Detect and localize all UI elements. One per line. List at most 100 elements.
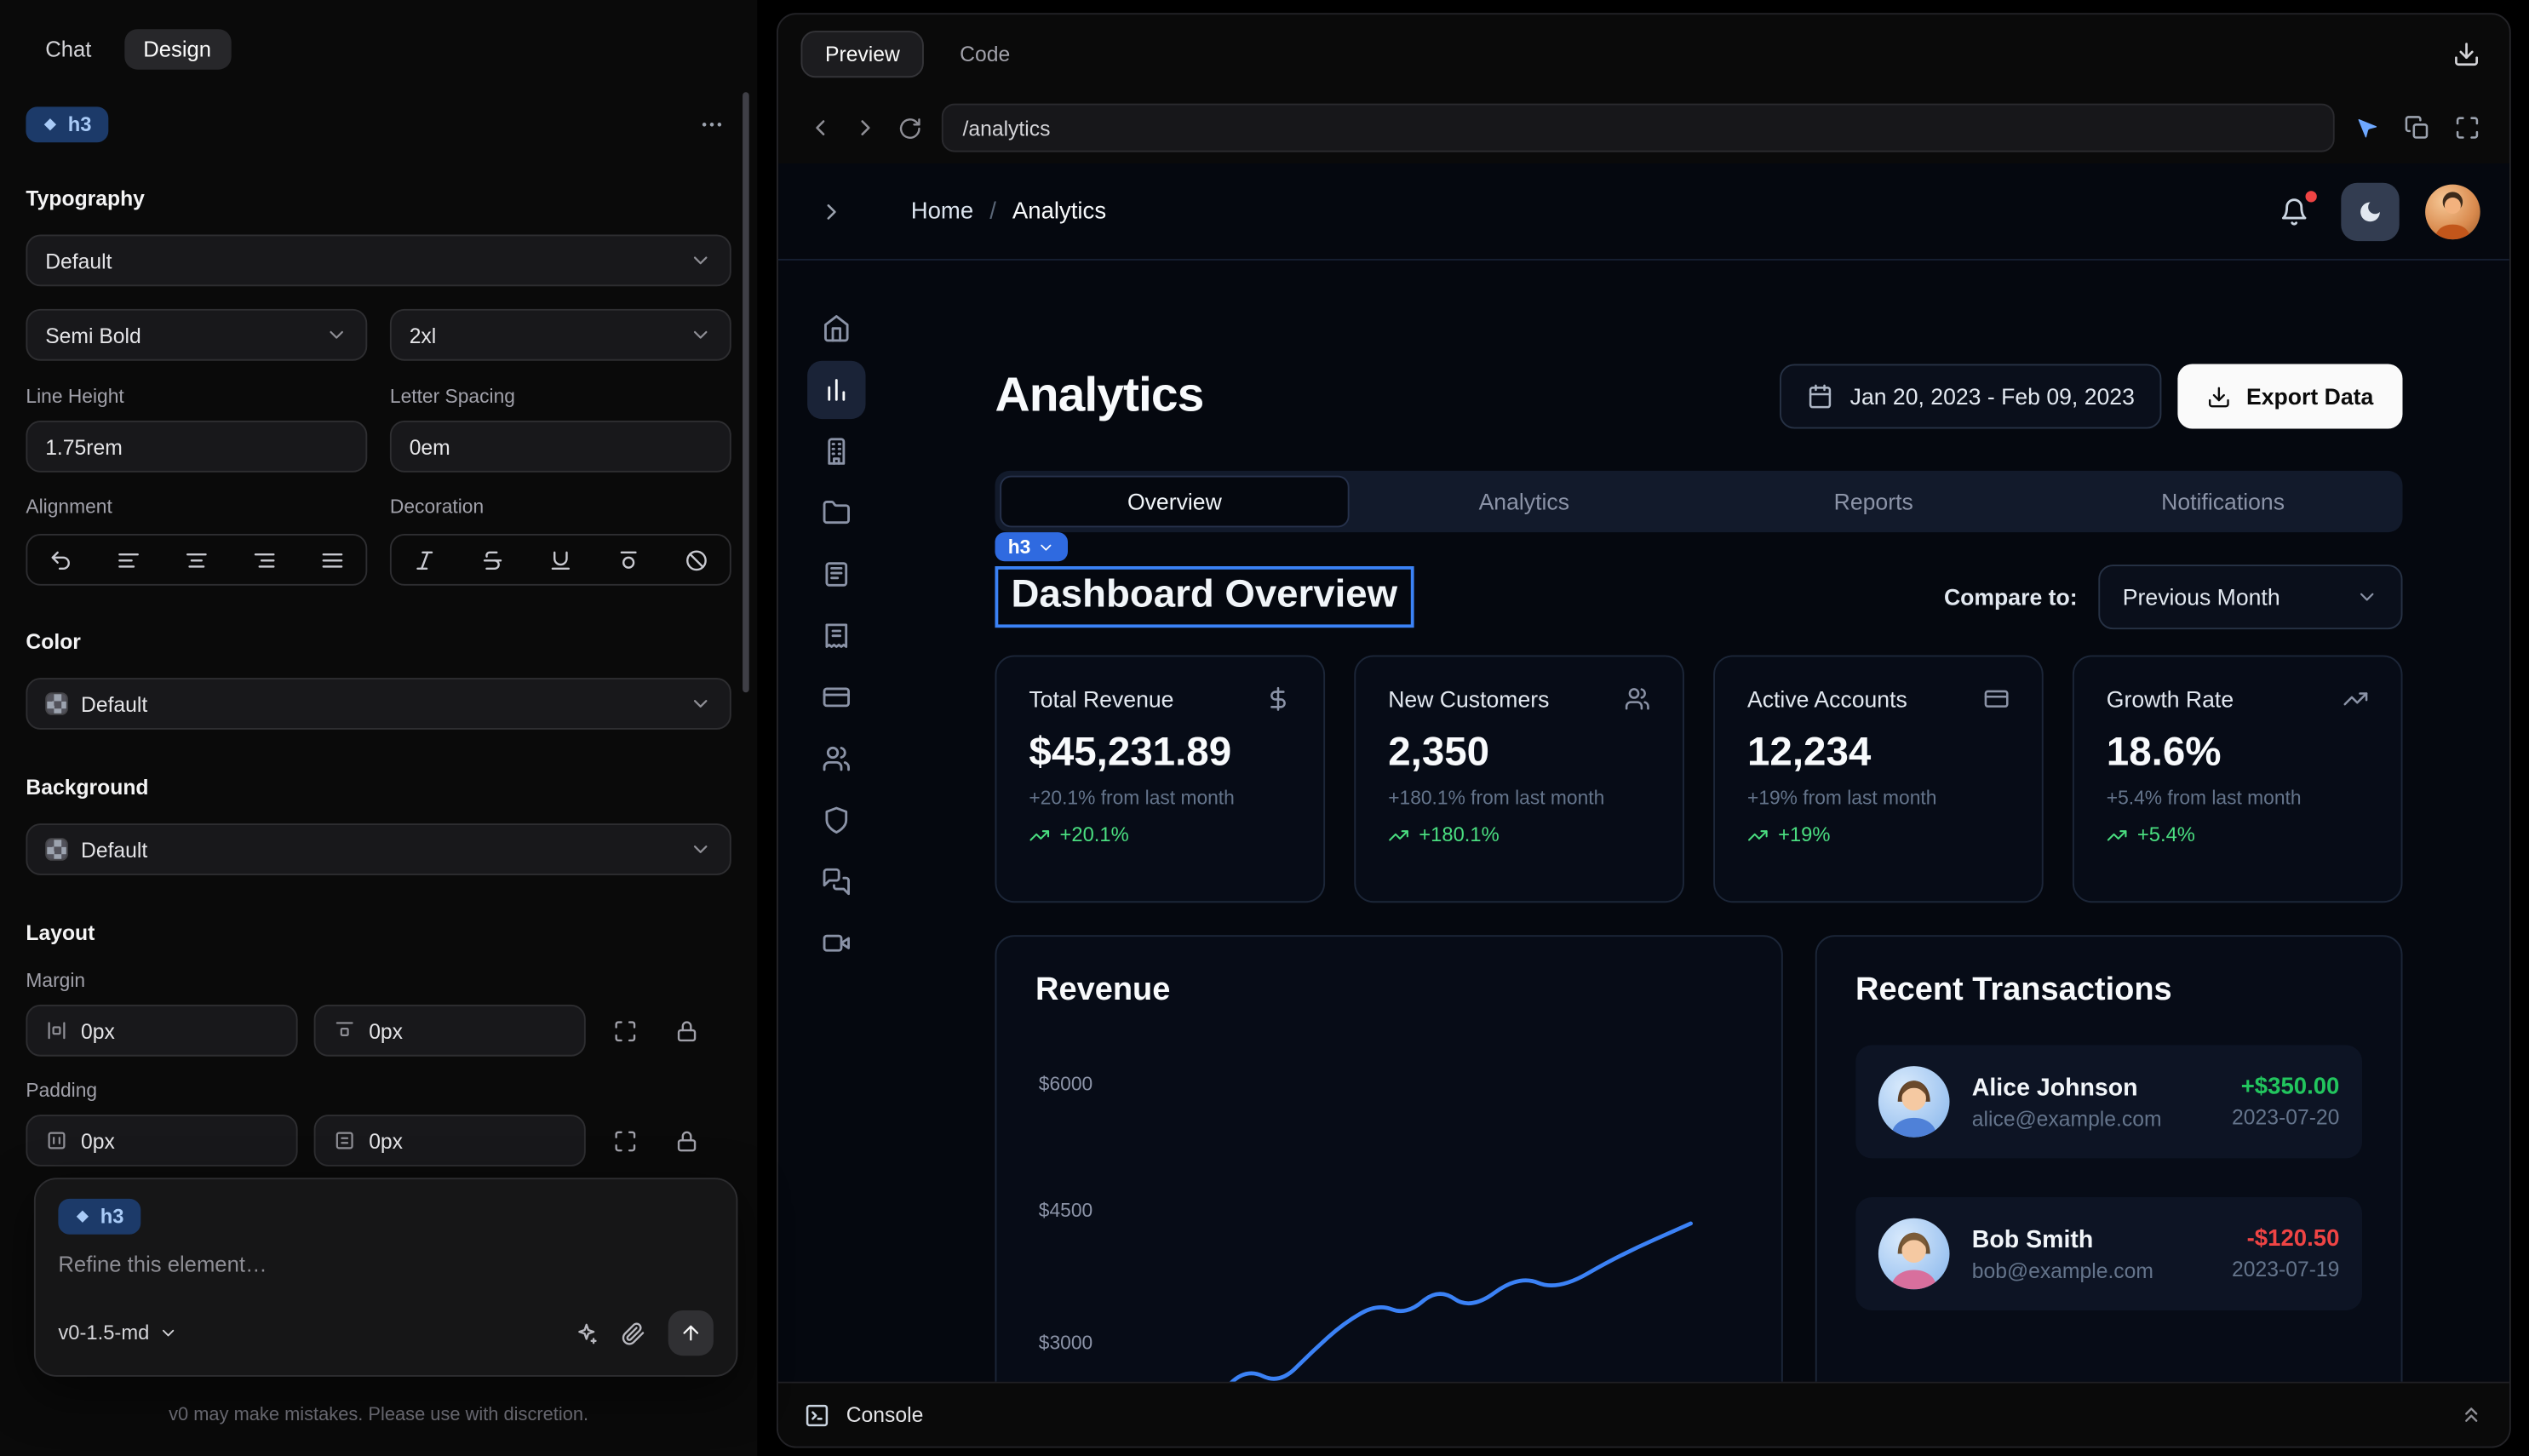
browser-bar: /analytics bbox=[778, 92, 2509, 163]
model-select[interactable]: v0-1.5-md bbox=[58, 1321, 178, 1344]
italic-button[interactable] bbox=[392, 547, 459, 572]
sidebar-building-icon[interactable] bbox=[807, 422, 865, 480]
underline-button[interactable] bbox=[527, 547, 594, 572]
compare-select[interactable]: Previous Month bbox=[2098, 565, 2402, 629]
notifications-button[interactable] bbox=[2274, 190, 2315, 232]
more-options-button[interactable] bbox=[692, 106, 731, 145]
trending-up-icon bbox=[2107, 824, 2128, 846]
tab-preview[interactable]: Preview bbox=[801, 30, 925, 77]
export-data-button[interactable]: Export Data bbox=[2178, 364, 2402, 429]
arrow-up-icon bbox=[680, 1321, 702, 1344]
sidebar-video-icon[interactable] bbox=[807, 914, 865, 972]
sidebar-users-icon[interactable] bbox=[807, 730, 865, 788]
font-size-select[interactable]: 2xl bbox=[390, 309, 731, 361]
stat-title: Growth Rate bbox=[2107, 686, 2234, 712]
sidebar-analytics-icon[interactable] bbox=[807, 361, 865, 419]
sidebar-credit-card-icon[interactable] bbox=[807, 668, 865, 726]
sidebar-folder-icon[interactable] bbox=[807, 484, 865, 542]
stat-card-growth-rate: Growth Rate 18.6% +5.4% from last month … bbox=[2073, 656, 2403, 903]
stat-card-total-revenue: Total Revenue $45,231.89 +20.1% from las… bbox=[995, 656, 1326, 903]
breadcrumb: Home / Analytics bbox=[911, 198, 1106, 224]
stat-trend-value: +19% bbox=[1778, 823, 1830, 846]
margin-vertical-input[interactable]: 0px bbox=[314, 1005, 586, 1057]
strikethrough-button[interactable] bbox=[459, 547, 526, 572]
element-selection-chip[interactable]: h3 bbox=[995, 532, 1069, 561]
color-select[interactable]: Default bbox=[26, 678, 731, 730]
chat-selected-element-badge[interactable]: h3 bbox=[58, 1199, 140, 1235]
tab-reports[interactable]: Reports bbox=[1699, 476, 2048, 528]
background-swatch bbox=[45, 838, 68, 861]
theme-toggle-button[interactable] bbox=[2341, 182, 2399, 240]
tab-notifications[interactable]: Notifications bbox=[2048, 476, 2397, 528]
chat-input[interactable]: Refine this element… bbox=[58, 1253, 713, 1277]
line-height-input[interactable]: 1.75rem bbox=[26, 421, 367, 473]
align-left-button[interactable] bbox=[95, 547, 163, 572]
transaction-row[interactable]: Alice Johnson alice@example.com +$350.00… bbox=[1855, 1045, 2362, 1158]
tab-analytics[interactable]: Analytics bbox=[1350, 476, 1699, 528]
forward-button[interactable] bbox=[852, 115, 878, 140]
inspect-button[interactable] bbox=[2354, 115, 2380, 140]
trending-up-icon bbox=[1747, 824, 1769, 846]
console-collapse-button[interactable] bbox=[2459, 1402, 2484, 1427]
sidebar-receipt-icon[interactable] bbox=[807, 607, 865, 665]
sidebar-home-icon[interactable] bbox=[807, 300, 865, 358]
decoration-label: Decoration bbox=[390, 495, 731, 518]
download-icon bbox=[2207, 384, 2232, 409]
selected-element-badge[interactable]: h3 bbox=[26, 106, 107, 142]
tab-design[interactable]: Design bbox=[123, 29, 230, 69]
breadcrumb-home[interactable]: Home bbox=[911, 198, 974, 224]
sidebar-toggle-button[interactable] bbox=[807, 198, 856, 224]
font-weight-select[interactable]: Semi Bold bbox=[26, 309, 367, 361]
app-header: Home / Analytics bbox=[778, 163, 2509, 261]
panel-tabs: Chat Design bbox=[26, 29, 731, 69]
chevron-down-icon bbox=[325, 324, 348, 347]
sidebar-shield-icon[interactable] bbox=[807, 791, 865, 849]
overline-button[interactable] bbox=[594, 547, 662, 572]
refresh-button[interactable] bbox=[898, 116, 923, 140]
margin-expand-button[interactable] bbox=[602, 1008, 647, 1053]
date-range-picker[interactable]: Jan 20, 2023 - Feb 09, 2023 bbox=[1779, 364, 2162, 429]
font-family-select[interactable]: Default bbox=[26, 235, 731, 287]
margin-horizontal-icon bbox=[45, 1019, 68, 1042]
panel-scrollbar[interactable] bbox=[743, 92, 749, 692]
enhance-prompt-button[interactable] bbox=[575, 1321, 599, 1345]
transaction-row[interactable]: Bob Smith bob@example.com -$120.50 2023-… bbox=[1855, 1197, 2362, 1310]
send-button[interactable] bbox=[668, 1310, 714, 1356]
letter-spacing-input[interactable]: 0em bbox=[390, 421, 731, 473]
transaction-amount: -$120.50 bbox=[2232, 1226, 2339, 1252]
stat-value: 2,350 bbox=[1388, 730, 1650, 777]
sidebar-messages-icon[interactable] bbox=[807, 852, 865, 910]
transaction-name: Alice Johnson bbox=[1972, 1074, 2162, 1101]
new-window-button[interactable] bbox=[2404, 115, 2429, 140]
padding-vertical-input[interactable]: 0px bbox=[314, 1115, 586, 1167]
stat-trend-value: +5.4% bbox=[2137, 823, 2195, 846]
padding-expand-button[interactable] bbox=[602, 1118, 647, 1163]
dollar-sign-icon bbox=[1265, 686, 1291, 712]
layout-heading: Layout bbox=[26, 920, 731, 945]
margin-lock-button[interactable] bbox=[663, 1008, 708, 1053]
align-right-button[interactable] bbox=[231, 547, 298, 572]
download-button[interactable] bbox=[2446, 33, 2487, 73]
no-decoration-button[interactable] bbox=[662, 547, 729, 572]
tab-overview[interactable]: Overview bbox=[1000, 476, 1349, 528]
padding-lock-button[interactable] bbox=[663, 1118, 708, 1163]
tab-code[interactable]: Code bbox=[938, 32, 1033, 75]
tab-chat[interactable]: Chat bbox=[26, 29, 111, 69]
url-input[interactable]: /analytics bbox=[942, 104, 2335, 152]
align-justify-button[interactable] bbox=[298, 547, 365, 572]
console-bar[interactable]: Console bbox=[778, 1382, 2509, 1447]
reset-alignment-button[interactable] bbox=[27, 547, 95, 572]
attach-button[interactable] bbox=[622, 1321, 646, 1345]
preview-toolbar: Preview Code bbox=[778, 14, 2509, 92]
stat-value: 18.6% bbox=[2107, 730, 2369, 777]
margin-horizontal-input[interactable]: 0px bbox=[26, 1005, 297, 1057]
padding-horizontal-input[interactable]: 0px bbox=[26, 1115, 297, 1167]
back-button[interactable] bbox=[807, 115, 833, 140]
background-select[interactable]: Default bbox=[26, 823, 731, 875]
align-center-button[interactable] bbox=[163, 547, 230, 572]
section-title-selected[interactable]: Dashboard Overview bbox=[995, 566, 1414, 628]
sidebar-notebook-icon[interactable] bbox=[807, 545, 865, 603]
selected-element-label: h3 bbox=[68, 113, 92, 136]
fullscreen-button[interactable] bbox=[2454, 115, 2480, 140]
user-avatar[interactable] bbox=[2425, 184, 2480, 239]
